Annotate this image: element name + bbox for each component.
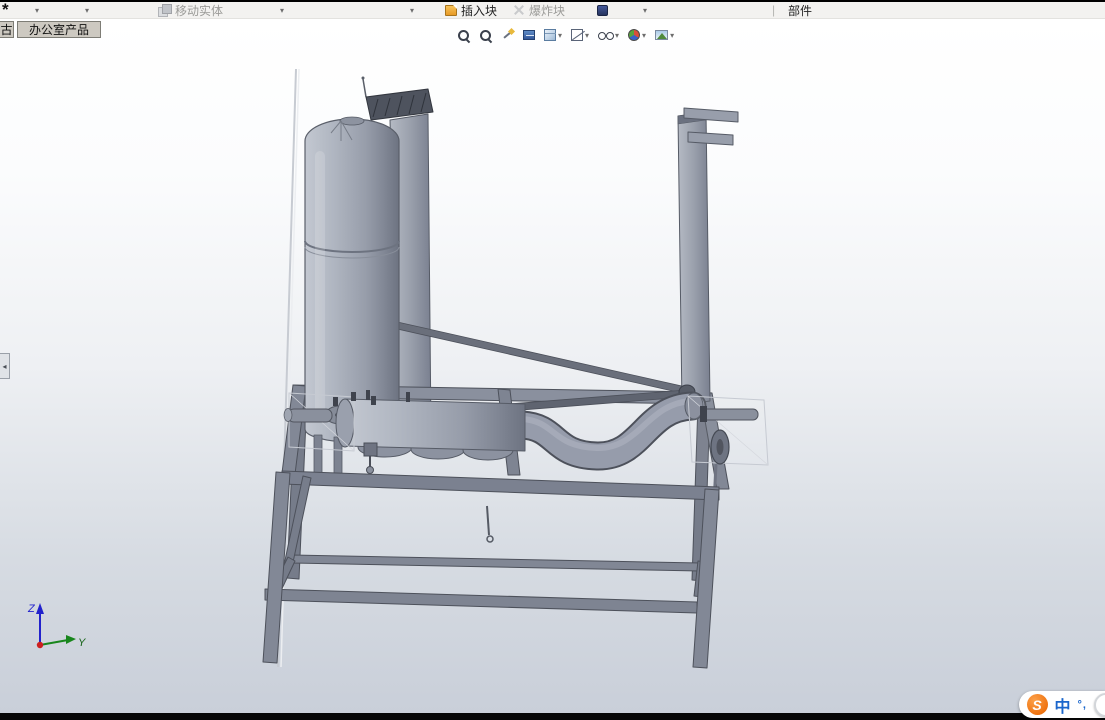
- view-orientation-button[interactable]: ▾: [570, 28, 590, 42]
- triad-z-label: Z: [27, 603, 36, 615]
- move-entity-button[interactable]: 移动实体: [158, 2, 223, 18]
- move-entity-icon: [158, 4, 172, 17]
- dropdown-caret-icon[interactable]: ▾: [558, 31, 562, 40]
- previous-view-icon: [523, 30, 535, 40]
- window-top-edge: [0, 0, 1105, 2]
- previous-view-button[interactable]: [522, 29, 536, 41]
- zoom-to-area-icon: [479, 29, 492, 42]
- zoom-to-fit-button[interactable]: [456, 28, 471, 43]
- section-view-icon: [544, 29, 556, 41]
- graphics-viewport[interactable]: 古 办公室产品 ▾ ▾ ▾ ▾ ▾ Z Y ◂: [0, 19, 1105, 713]
- magnified-selection-button[interactable]: [500, 28, 515, 43]
- explode-block-button[interactable]: 爆炸块: [513, 2, 565, 18]
- move-entity-label: 移动实体: [175, 3, 224, 18]
- dropdown-caret-icon[interactable]: ▾: [642, 31, 646, 40]
- triad-y-label: Y: [78, 637, 86, 649]
- dropdown-caret-icon[interactable]: ▾: [410, 2, 414, 18]
- ime-punctuation-indicator[interactable]: °,: [1078, 699, 1087, 711]
- app-window: * ▾ ▾ 移动实体 ▾ ▾ 插入块 爆炸块 ▾ | 部件 古 办公室产品 ▾ …: [0, 0, 1105, 720]
- toolbar-separator: |: [772, 3, 776, 17]
- edit-appearance-button[interactable]: ▾: [627, 28, 647, 42]
- insert-block-label: 插入块: [461, 3, 498, 18]
- heads-up-view-toolbar: ▾ ▾ ▾ ▾ ▾: [456, 24, 675, 46]
- zoom-to-fit-icon: [457, 29, 470, 42]
- section-view-button[interactable]: ▾: [543, 28, 563, 42]
- appearance-sphere-icon: [628, 29, 641, 41]
- tab-partial[interactable]: 古: [0, 21, 14, 38]
- view-orientation-icon: [571, 29, 584, 41]
- ime-partial-icon[interactable]: [1094, 692, 1105, 717]
- ime-bar[interactable]: S 中 °,: [1018, 691, 1105, 718]
- model-right-column[interactable]: [677, 107, 739, 406]
- explode-block-label: 爆炸块: [529, 3, 566, 18]
- explode-block-icon: [513, 4, 525, 16]
- triad-z-axis: Z: [27, 603, 44, 645]
- magnifier-wand-icon: [501, 29, 514, 42]
- sogou-logo-icon[interactable]: S: [1026, 694, 1048, 715]
- dropdown-caret-icon[interactable]: ▾: [585, 31, 589, 40]
- panel-expand-arrow[interactable]: ◂: [0, 353, 10, 379]
- dropdown-caret-icon[interactable]: ▾: [85, 2, 89, 18]
- window-bottom-edge: [0, 713, 1105, 720]
- command-toolbar: * ▾ ▾ 移动实体 ▾ ▾ 插入块 爆炸块 ▾ | 部件: [0, 1, 1105, 19]
- ime-language-indicator[interactable]: 中: [1055, 693, 1071, 717]
- asterisk-icon[interactable]: *: [2, 1, 9, 18]
- apply-scene-button[interactable]: ▾: [654, 29, 675, 41]
- component-label[interactable]: 部件: [788, 2, 812, 18]
- dropdown-caret-icon[interactable]: ▾: [615, 31, 619, 40]
- insert-block-button[interactable]: 插入块: [445, 2, 497, 18]
- dropdown-caret-icon[interactable]: ▾: [280, 2, 284, 18]
- block-icon[interactable]: [597, 4, 608, 16]
- zoom-to-area-button[interactable]: [478, 28, 493, 43]
- dropdown-caret-icon[interactable]: ▾: [643, 2, 647, 18]
- scene-icon: [655, 30, 669, 40]
- dropdown-caret-icon[interactable]: ▾: [35, 2, 39, 18]
- assembly-model[interactable]: [0, 19, 1105, 713]
- triad-origin-dot: [36, 641, 44, 649]
- dropdown-caret-icon[interactable]: ▾: [670, 31, 674, 40]
- triad-y-axis: Y: [39, 635, 86, 649]
- glasses-icon: [598, 31, 615, 40]
- orientation-triad: Z Y: [27, 603, 86, 649]
- hide-show-items-button[interactable]: ▾: [597, 30, 620, 41]
- insert-block-icon: [445, 4, 457, 16]
- tab-office-products[interactable]: 办公室产品: [17, 21, 101, 38]
